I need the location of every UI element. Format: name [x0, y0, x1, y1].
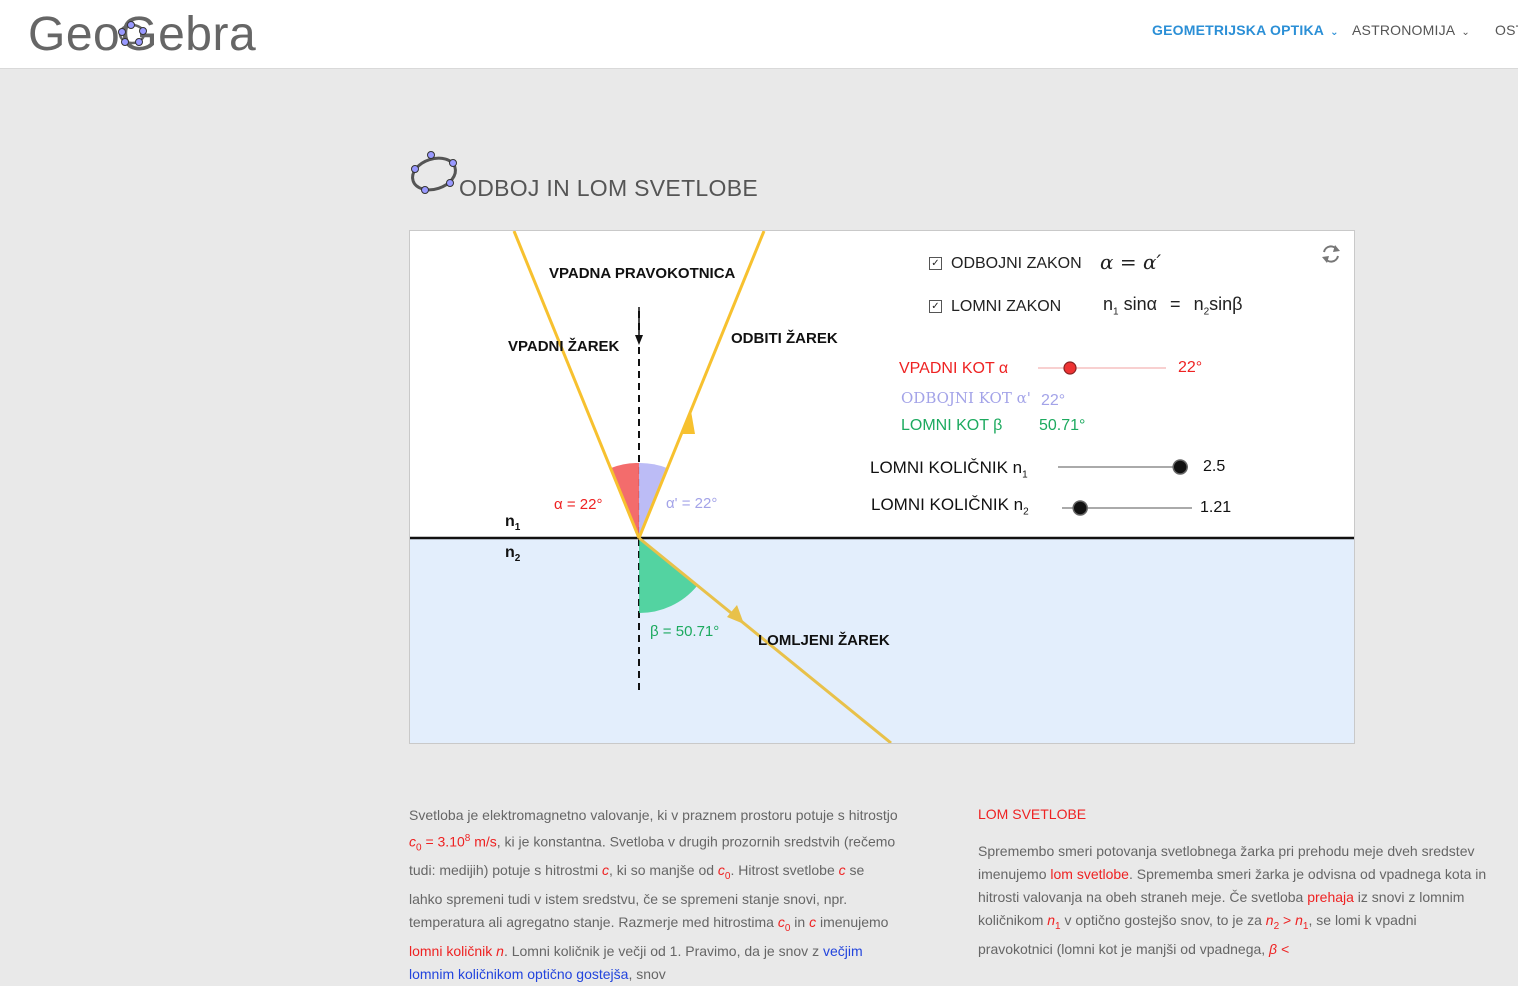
- refresh-icon[interactable]: [1322, 245, 1340, 263]
- normal-arrow-head: [635, 335, 643, 345]
- refraction-law-checkbox[interactable]: ✓: [929, 300, 942, 313]
- alpha-angle-label: α = 22°: [554, 496, 603, 513]
- incident-angle-value: 22°: [1178, 359, 1203, 376]
- geogebra-logo[interactable]: GeoGebra: [28, 4, 328, 60]
- nav-item-label: ASTRONOMIJA: [1352, 22, 1456, 38]
- n2-slider-label: LOMNI KOLIČNIK n2: [871, 495, 1029, 518]
- incident-angle-slider-thumb[interactable]: [1063, 361, 1077, 375]
- section-heading-lom: LOM SVETLOBE: [978, 806, 1087, 822]
- reflected-angle-value: 22°: [1041, 392, 1066, 409]
- reflection-law-formula: α = α′: [1100, 250, 1162, 274]
- alpha-prime-angle-label: α' = 22°: [666, 495, 718, 512]
- nav-item-astronomija[interactable]: ASTRONOMIJA ⌄: [1352, 22, 1470, 38]
- logo-point: [135, 38, 143, 46]
- chevron-down-icon: ⌄: [1330, 27, 1339, 38]
- page-title: ODBOJ IN LOM SVETLOBE: [459, 175, 758, 201]
- n2-slider-value: 1.21: [1200, 499, 1232, 516]
- perpendicular-label: VPADNA PRAVOKOTNICA: [549, 265, 736, 282]
- logo-point: [121, 38, 129, 46]
- nav-item-ost[interactable]: OST: [1495, 22, 1518, 38]
- top-navigation-bar: GeoGebra GEOMETRIJSKA OPTIKA ⌄ ASTRONOMIJ…: [0, 0, 1518, 69]
- chevron-down-icon: ⌄: [1461, 27, 1470, 38]
- intro-paragraph: Svetloba je elektromagnetno valovanje, k…: [409, 807, 898, 983]
- incident-angle-label: VPADNI KOT α: [899, 360, 1009, 377]
- nav-item-geometrijska-optika[interactable]: GEOMETRIJSKA OPTIKA ⌄: [1152, 22, 1339, 38]
- refraction-paragraph: Spremembo smeri potovanja svetlobnega ža…: [978, 843, 1487, 957]
- reflection-law-label: ODBOJNI ZAKON: [951, 255, 1082, 272]
- n1-medium-label: n1: [505, 513, 521, 534]
- refracted-angle-value: 50.71°: [1039, 417, 1086, 434]
- reflected-ray-label: ODBITI ŽAREK: [731, 330, 838, 347]
- refracted-ray-label: LOMLJENI ŽAREK: [758, 632, 890, 649]
- refraction-law-label: LOMNI ZAKON: [951, 298, 1062, 315]
- n1-slider-value: 2.5: [1203, 458, 1226, 475]
- logo-point: [139, 27, 147, 35]
- geogebra-applet-icon: [411, 151, 457, 194]
- refraction-law-formula: n1 sinα = n2sinβ: [1103, 294, 1243, 318]
- geogebra-applet[interactable]: VPADNA PRAVOKOTNICA VPADNI ŽAREK ODBITI …: [409, 230, 1355, 744]
- nav-item-label: OST: [1495, 22, 1518, 38]
- n2-medium-label: n2: [505, 544, 521, 565]
- logo-point: [118, 28, 126, 36]
- n2-slider-thumb[interactable]: [1072, 500, 1088, 516]
- nav-item-label: GEOMETRIJSKA OPTIKA: [1152, 22, 1325, 38]
- n1-slider-label: LOMNI KOLIČNIK n1: [870, 458, 1028, 481]
- reflected-angle-label: ODBOJNI KOT α': [901, 389, 1031, 407]
- logo-point: [127, 21, 135, 29]
- n1-slider-thumb[interactable]: [1172, 459, 1188, 475]
- reflection-law-checkbox[interactable]: ✓: [929, 257, 942, 270]
- beta-angle-label: β = 50.71°: [650, 623, 720, 640]
- incident-ray-label: VPADNI ŽAREK: [508, 338, 620, 355]
- refracted-angle-label: LOMNI KOT β: [901, 417, 1003, 434]
